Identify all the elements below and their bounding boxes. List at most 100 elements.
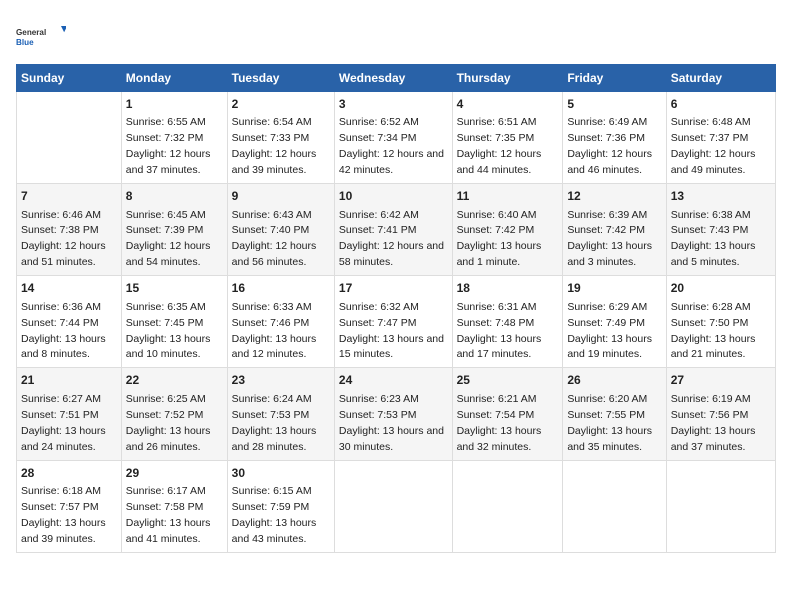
cell-content: Sunrise: 6:55 AMSunset: 7:32 PMDaylight:… [126, 116, 211, 176]
cell-content: Sunrise: 6:35 AMSunset: 7:45 PMDaylight:… [126, 301, 211, 361]
cell-content: Sunrise: 6:21 AMSunset: 7:54 PMDaylight:… [457, 393, 542, 453]
header-cell-friday: Friday [563, 65, 666, 92]
day-number: 5 [567, 96, 661, 113]
cell-content: Sunrise: 6:38 AMSunset: 7:43 PMDaylight:… [671, 209, 756, 269]
calendar-cell: 20 Sunrise: 6:28 AMSunset: 7:50 PMDayligh… [666, 276, 775, 368]
day-number: 26 [567, 372, 661, 389]
cell-content: Sunrise: 6:25 AMSunset: 7:52 PMDaylight:… [126, 393, 211, 453]
calendar-cell: 21Sunrise: 6:27 AMSunset: 7:51 PMDayligh… [17, 368, 122, 460]
calendar-cell: 28 Sunrise: 6:18 AMSunset: 7:57 PMDayligh… [17, 460, 122, 552]
calendar-cell: 26 Sunrise: 6:20 AMSunset: 7:55 PMDayligh… [563, 368, 666, 460]
calendar-cell: 24 Sunrise: 6:23 AMSunset: 7:53 PMDayligh… [334, 368, 452, 460]
cell-content: Sunrise: 6:39 AMSunset: 7:42 PMDaylight:… [567, 209, 652, 269]
day-number: 21 [21, 372, 117, 389]
calendar-cell: 17 Sunrise: 6:32 AMSunset: 7:47 PMDayligh… [334, 276, 452, 368]
cell-content: Sunrise: 6:32 AMSunset: 7:47 PMDaylight:… [339, 301, 444, 361]
day-number: 20 [671, 280, 771, 297]
calendar-cell: 3 Sunrise: 6:52 AMSunset: 7:34 PMDaylight… [334, 92, 452, 184]
cell-content: Sunrise: 6:42 AMSunset: 7:41 PMDaylight:… [339, 209, 444, 269]
calendar-cell: 30 Sunrise: 6:15 AMSunset: 7:59 PMDayligh… [227, 460, 334, 552]
header-cell-saturday: Saturday [666, 65, 775, 92]
calendar-cell: 27 Sunrise: 6:19 AMSunset: 7:56 PMDayligh… [666, 368, 775, 460]
day-number: 24 [339, 372, 448, 389]
day-number: 3 [339, 96, 448, 113]
day-number: 25 [457, 372, 559, 389]
calendar-cell: 6 Sunrise: 6:48 AMSunset: 7:37 PMDaylight… [666, 92, 775, 184]
day-number: 12 [567, 188, 661, 205]
day-number: 23 [232, 372, 330, 389]
cell-content: Sunrise: 6:48 AMSunset: 7:37 PMDaylight:… [671, 116, 756, 176]
logo-svg: General Blue [16, 16, 66, 56]
day-number: 19 [567, 280, 661, 297]
calendar-cell: 23 Sunrise: 6:24 AMSunset: 7:53 PMDayligh… [227, 368, 334, 460]
calendar-cell: 18 Sunrise: 6:31 AMSunset: 7:48 PMDayligh… [452, 276, 563, 368]
day-number: 11 [457, 188, 559, 205]
calendar-cell: 8Sunrise: 6:45 AMSunset: 7:39 PMDaylight… [121, 184, 227, 276]
svg-text:Blue: Blue [16, 38, 34, 47]
cell-content: Sunrise: 6:49 AMSunset: 7:36 PMDaylight:… [567, 116, 652, 176]
day-number: 13 [671, 188, 771, 205]
calendar-cell: 29Sunrise: 6:17 AMSunset: 7:58 PMDayligh… [121, 460, 227, 552]
day-number: 17 [339, 280, 448, 297]
cell-content: Sunrise: 6:23 AMSunset: 7:53 PMDaylight:… [339, 393, 444, 453]
day-number: 4 [457, 96, 559, 113]
cell-content: Sunrise: 6:17 AMSunset: 7:58 PMDaylight:… [126, 485, 211, 545]
calendar-cell [666, 460, 775, 552]
day-number: 16 [232, 280, 330, 297]
cell-content: Sunrise: 6:36 AMSunset: 7:44 PMDaylight:… [21, 301, 106, 361]
header-cell-wednesday: Wednesday [334, 65, 452, 92]
calendar-cell: 22 Sunrise: 6:25 AMSunset: 7:52 PMDayligh… [121, 368, 227, 460]
cell-content: Sunrise: 6:24 AMSunset: 7:53 PMDaylight:… [232, 393, 317, 453]
day-number: 9 [232, 188, 330, 205]
day-number: 15 [126, 280, 223, 297]
day-number: 22 [126, 372, 223, 389]
calendar-cell: 2 Sunrise: 6:54 AMSunset: 7:33 PMDaylight… [227, 92, 334, 184]
header-cell-sunday: Sunday [17, 65, 122, 92]
week-row-2: 7Sunrise: 6:46 AMSunset: 7:38 PMDaylight… [17, 184, 776, 276]
cell-content: Sunrise: 6:19 AMSunset: 7:56 PMDaylight:… [671, 393, 756, 453]
calendar-cell: 14 Sunrise: 6:36 AMSunset: 7:44 PMDayligh… [17, 276, 122, 368]
day-number: 27 [671, 372, 771, 389]
calendar-cell: 19 Sunrise: 6:29 AMSunset: 7:49 PMDayligh… [563, 276, 666, 368]
calendar-cell: 5 Sunrise: 6:49 AMSunset: 7:36 PMDaylight… [563, 92, 666, 184]
cell-content: Sunrise: 6:54 AMSunset: 7:33 PMDaylight:… [232, 116, 317, 176]
day-number: 30 [232, 465, 330, 482]
day-number: 7 [21, 188, 117, 205]
day-number: 14 [21, 280, 117, 297]
header: General Blue [16, 16, 776, 56]
header-cell-thursday: Thursday [452, 65, 563, 92]
calendar-cell [17, 92, 122, 184]
cell-content: Sunrise: 6:28 AMSunset: 7:50 PMDaylight:… [671, 301, 756, 361]
calendar-cell: 9Sunrise: 6:43 AMSunset: 7:40 PMDaylight… [227, 184, 334, 276]
calendar-cell: 25 Sunrise: 6:21 AMSunset: 7:54 PMDayligh… [452, 368, 563, 460]
week-row-1: 1 Sunrise: 6:55 AMSunset: 7:32 PMDaylight… [17, 92, 776, 184]
svg-text:General: General [16, 28, 46, 37]
day-number: 1 [126, 96, 223, 113]
day-number: 2 [232, 96, 330, 113]
calendar-cell: 4 Sunrise: 6:51 AMSunset: 7:35 PMDaylight… [452, 92, 563, 184]
cell-content: Sunrise: 6:40 AMSunset: 7:42 PMDaylight:… [457, 209, 542, 269]
calendar-cell: 12 Sunrise: 6:39 AMSunset: 7:42 PMDayligh… [563, 184, 666, 276]
week-row-3: 14 Sunrise: 6:36 AMSunset: 7:44 PMDayligh… [17, 276, 776, 368]
cell-content: Sunrise: 6:45 AMSunset: 7:39 PMDaylight:… [126, 209, 211, 269]
day-number: 6 [671, 96, 771, 113]
week-row-5: 28 Sunrise: 6:18 AMSunset: 7:57 PMDayligh… [17, 460, 776, 552]
calendar-cell: 11 Sunrise: 6:40 AMSunset: 7:42 PMDayligh… [452, 184, 563, 276]
cell-content: Sunrise: 6:15 AMSunset: 7:59 PMDaylight:… [232, 485, 317, 545]
day-number: 28 [21, 465, 117, 482]
calendar-cell: 1 Sunrise: 6:55 AMSunset: 7:32 PMDaylight… [121, 92, 227, 184]
day-number: 18 [457, 280, 559, 297]
cell-content: Sunrise: 6:52 AMSunset: 7:34 PMDaylight:… [339, 116, 444, 176]
cell-content: Sunrise: 6:31 AMSunset: 7:48 PMDaylight:… [457, 301, 542, 361]
cell-content: Sunrise: 6:20 AMSunset: 7:55 PMDaylight:… [567, 393, 652, 453]
cell-content: Sunrise: 6:29 AMSunset: 7:49 PMDaylight:… [567, 301, 652, 361]
calendar-cell: 15 Sunrise: 6:35 AMSunset: 7:45 PMDayligh… [121, 276, 227, 368]
logo: General Blue [16, 16, 66, 56]
cell-content: Sunrise: 6:33 AMSunset: 7:46 PMDaylight:… [232, 301, 317, 361]
calendar-cell [334, 460, 452, 552]
cell-content: Sunrise: 6:18 AMSunset: 7:57 PMDaylight:… [21, 485, 106, 545]
cell-content: Sunrise: 6:51 AMSunset: 7:35 PMDaylight:… [457, 116, 542, 176]
calendar-cell: 7Sunrise: 6:46 AMSunset: 7:38 PMDaylight… [17, 184, 122, 276]
header-cell-monday: Monday [121, 65, 227, 92]
header-row: SundayMondayTuesdayWednesdayThursdayFrid… [17, 65, 776, 92]
